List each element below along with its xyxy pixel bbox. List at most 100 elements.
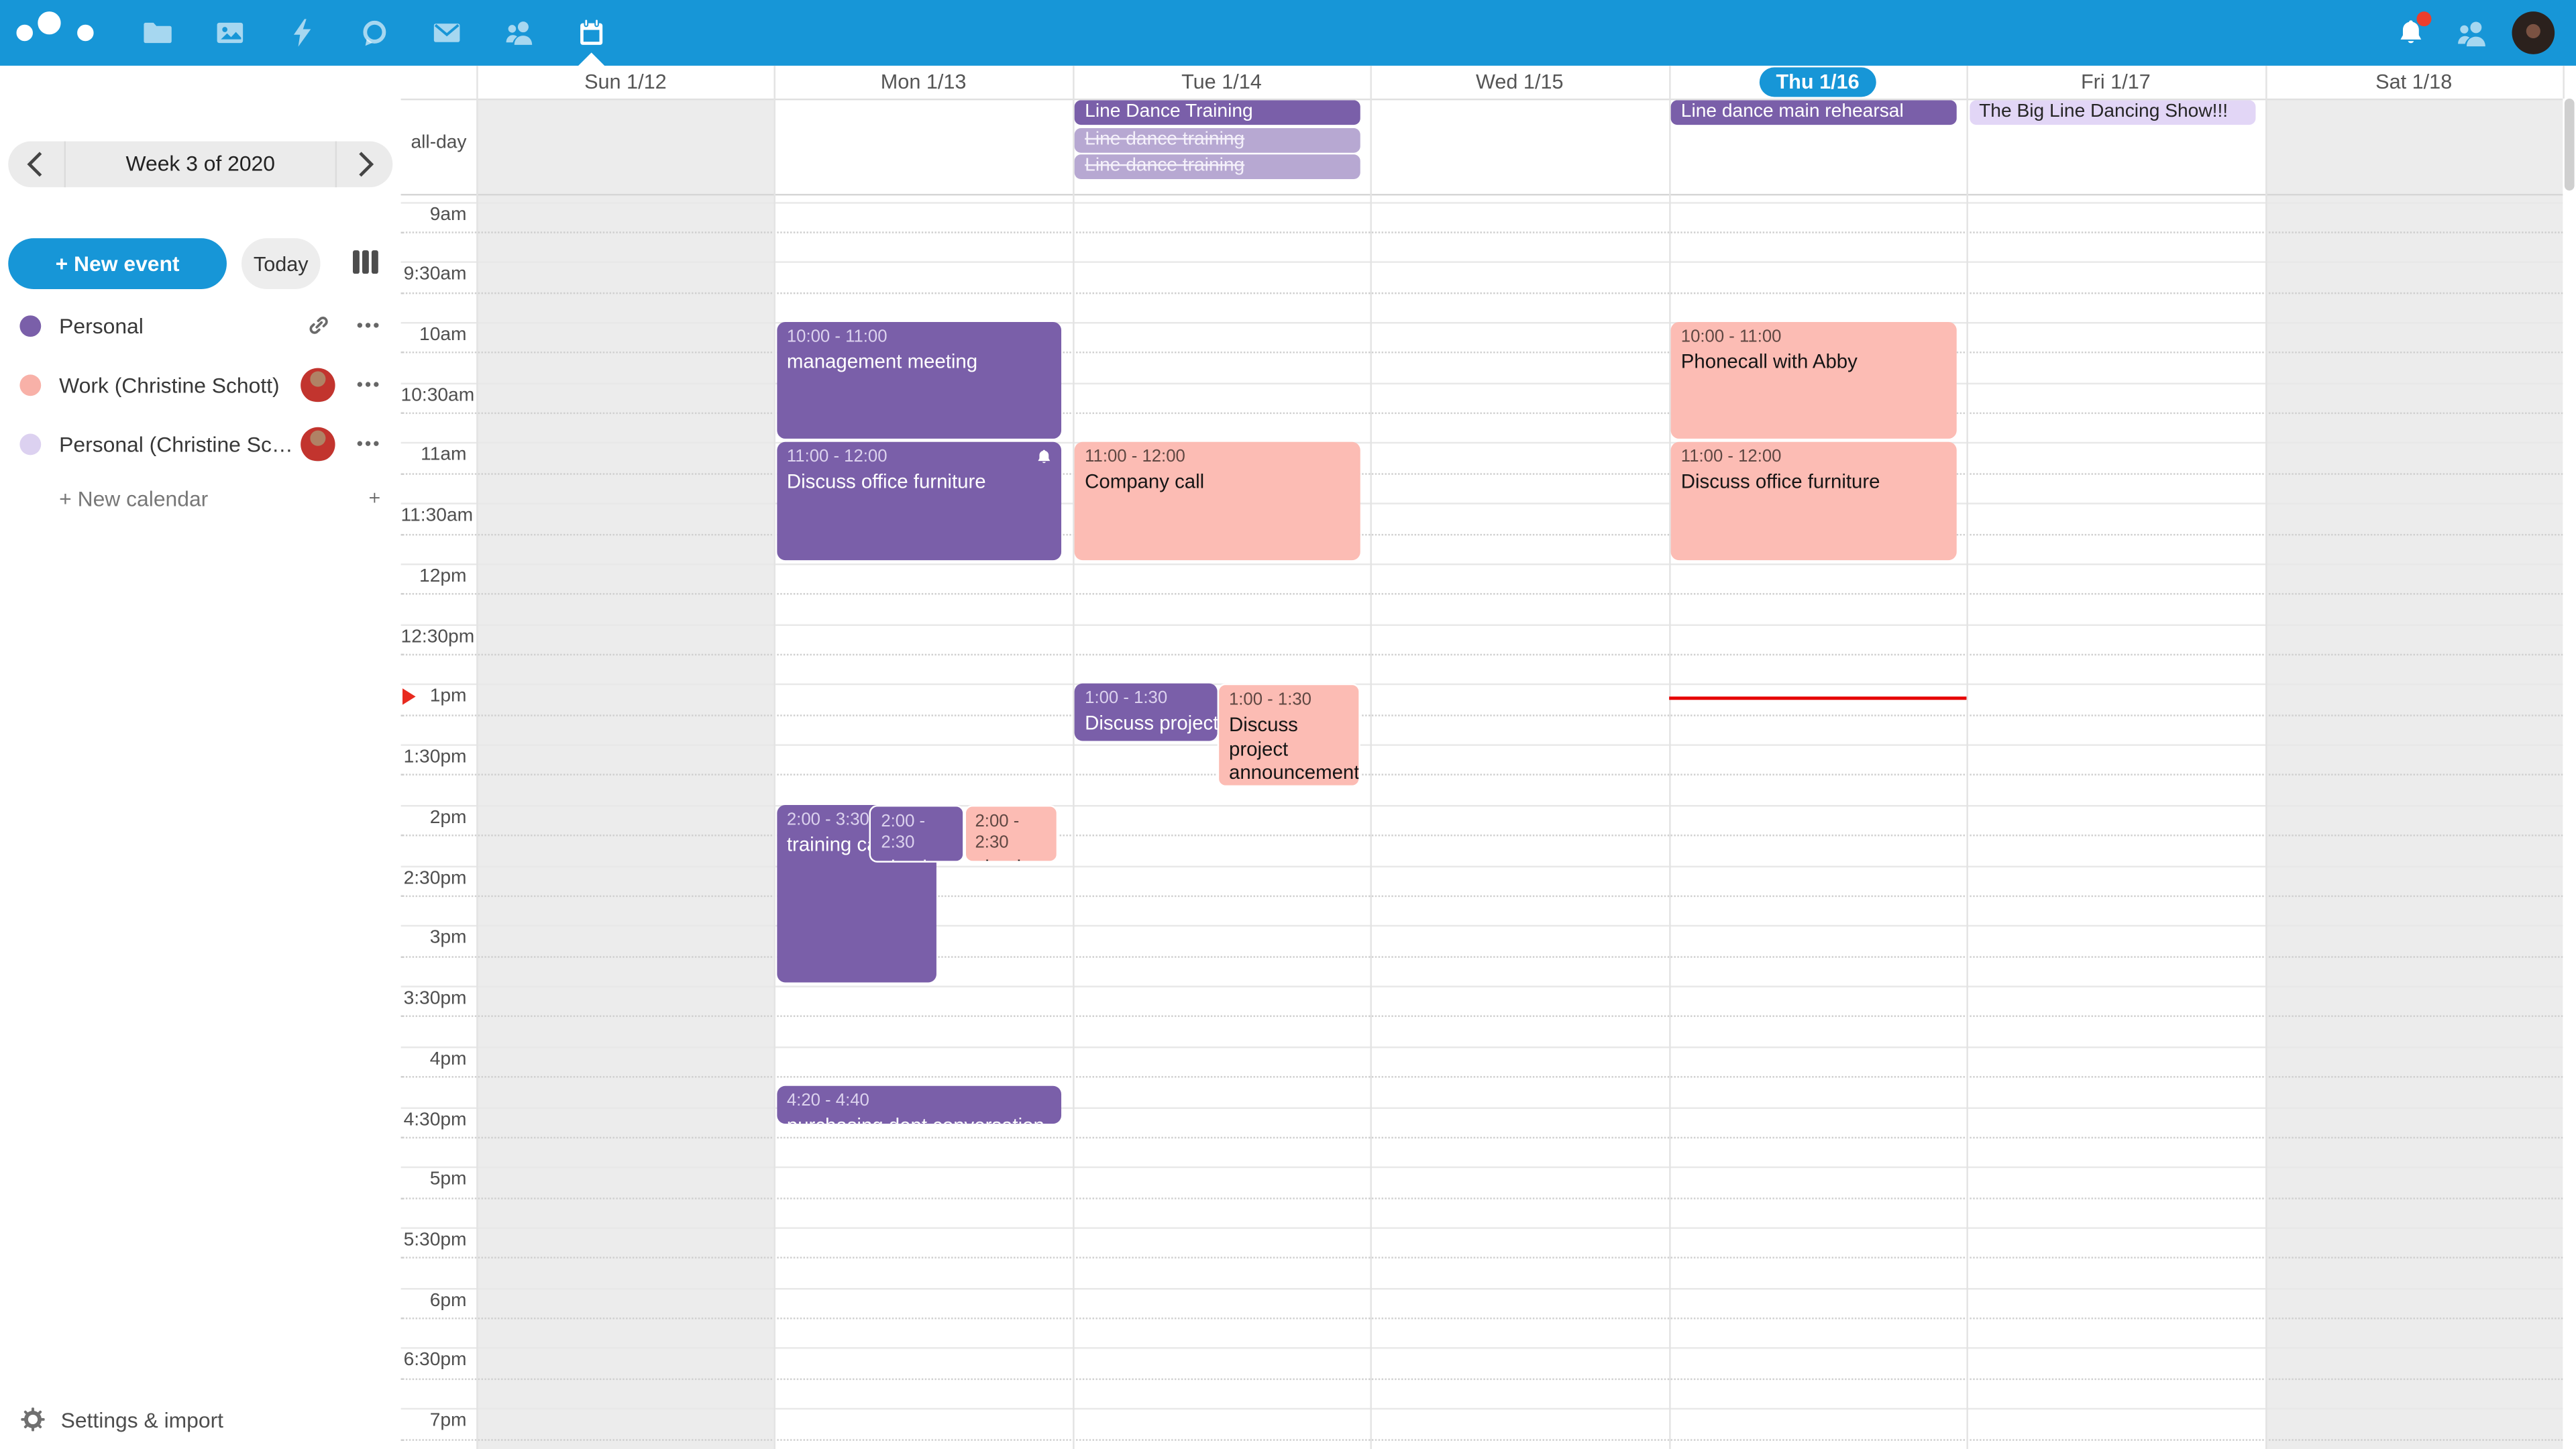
app-menu [0, 0, 628, 66]
day-header-label: Mon 1/13 [881, 70, 967, 93]
all-day-label: all-day [401, 133, 467, 152]
share-link-icon[interactable] [303, 309, 335, 341]
calendar-menu-icon[interactable] [352, 309, 384, 341]
quarter-hour-line [401, 1136, 2563, 1138]
half-hour-line [401, 1348, 2563, 1349]
top-bar [0, 0, 2576, 66]
day-header: Thu 1/16 [1668, 66, 1966, 99]
sidebar: Week 3 of 2020 + New event Today Persona… [0, 66, 401, 1449]
time-label: 5pm [401, 1170, 467, 1189]
calendar-item-personal-christine[interactable]: Personal (Christine Schott) [0, 414, 401, 473]
notifications-bell-icon[interactable] [2390, 13, 2430, 53]
half-hour-line [401, 805, 2563, 806]
column-border [2265, 66, 2266, 1449]
allday-event[interactable]: The Big Line Dancing Show!!! [1969, 100, 2255, 125]
vertical-scrollbar [2563, 99, 2576, 1449]
event[interactable]: 1:00 - 1:30Discuss project announcement [1075, 684, 1217, 741]
day-header-label: Fri 1/17 [2081, 70, 2151, 93]
event-time: 11:00 - 12:00 [787, 447, 1054, 469]
event[interactable]: 2:00 - 2:30check-in [963, 805, 1057, 862]
event[interactable]: 11:00 - 12:00Discuss office furniture [1671, 443, 1956, 560]
day-header: Tue 1/14 [1073, 66, 1371, 99]
quarter-hour-line [401, 352, 2563, 354]
event[interactable]: 4:20 - 4:40purchasing dept conversation [777, 1086, 1062, 1123]
settings-import-button[interactable]: Settings & import [19, 1406, 223, 1432]
scrollbar-thumb[interactable] [2565, 99, 2575, 191]
allday-cell[interactable] [1371, 99, 1668, 193]
photos-app-icon[interactable] [194, 0, 266, 66]
today-button[interactable]: Today [241, 238, 321, 289]
calendar-item-work-christine[interactable]: Work (Christine Schott) [0, 355, 401, 414]
quarter-hour-line [401, 473, 2563, 474]
event[interactable]: 1:00 - 1:30Discuss project announcement [1218, 684, 1360, 787]
half-hour-line [401, 1227, 2563, 1228]
allday-cell[interactable] [2265, 99, 2563, 193]
event[interactable]: 10:00 - 11:00Phonecall with Abby [1671, 322, 1956, 439]
half-hour-line [401, 865, 2563, 867]
allday-cell[interactable]: The Big Line Dancing Show!!! [1967, 99, 2265, 193]
event-time: 2:00 - 2:30 [881, 811, 953, 854]
allday-event[interactable]: Line dance main rehearsal [1671, 100, 1957, 125]
today-pill[interactable]: Thu 1/16 [1760, 67, 1876, 97]
allday-event[interactable]: Line Dance Training [1075, 100, 1360, 125]
time-label: 11am [401, 446, 467, 466]
allday-cell[interactable] [476, 99, 774, 193]
allday-cell[interactable]: Line dance main rehearsal [1668, 99, 1966, 193]
time-label: 5:30pm [401, 1230, 467, 1250]
files-app-icon[interactable] [121, 0, 194, 66]
calendar-app-icon[interactable] [555, 0, 628, 66]
logo-circle [38, 11, 60, 34]
day-header: Mon 1/13 [775, 66, 1073, 99]
allday-cell[interactable]: Line Dance TrainingLine dance trainingLi… [1073, 99, 1371, 193]
half-hour-line [401, 564, 2563, 565]
calendar-list: Personal Work (Christine Schott) [0, 296, 401, 523]
activity-app-icon[interactable] [266, 0, 339, 66]
event[interactable]: 10:00 - 11:00management meeting [777, 322, 1062, 439]
half-hour-line [401, 1287, 2563, 1289]
event-time: 10:00 - 11:00 [1681, 327, 1948, 348]
view-switcher-icon[interactable] [343, 242, 386, 285]
talk-app-icon[interactable] [338, 0, 411, 66]
event-title: purchasing dept conversation [787, 1114, 1054, 1123]
event-title: Company call [1085, 470, 1352, 494]
event-title: Discuss office furniture [1681, 470, 1948, 494]
nextcloud-logo[interactable] [16, 10, 98, 56]
column-border [476, 66, 478, 1449]
time-label: 3:30pm [401, 989, 467, 1008]
quarter-hour-line [401, 1318, 2563, 1319]
contacts-app-icon[interactable] [483, 0, 555, 66]
new-calendar-button[interactable]: + New calendar [0, 473, 401, 522]
calendar-color-dot [19, 315, 41, 336]
contacts-menu-icon[interactable] [2451, 13, 2491, 53]
user-avatar[interactable] [2512, 11, 2555, 54]
next-week-button[interactable] [337, 142, 392, 188]
day-header-label: Sat 1/18 [2375, 70, 2452, 93]
day-header: Wed 1/15 [1371, 66, 1668, 99]
gear-icon [19, 1406, 46, 1432]
half-hour-line [401, 322, 2563, 323]
calendar-menu-icon[interactable] [352, 427, 384, 460]
half-hour-line [401, 624, 2563, 625]
calendar-color-dot [19, 374, 41, 395]
event[interactable]: 2:00 - 2:30check-in [869, 805, 963, 862]
event-time: 11:00 - 12:00 [1681, 447, 1948, 469]
event[interactable]: 11:00 - 12:00Company call [1075, 443, 1360, 560]
new-event-button[interactable]: + New event [8, 238, 227, 289]
allday-event[interactable]: Line dance training [1075, 127, 1360, 152]
half-hour-line [401, 201, 2563, 203]
allday-event[interactable]: Line dance training [1075, 154, 1360, 179]
mail-app-icon[interactable] [411, 0, 483, 66]
top-bar-right [2390, 11, 2576, 54]
calendar-menu-icon[interactable] [352, 368, 384, 401]
allday-cell[interactable] [775, 99, 1073, 193]
calendar-item-personal[interactable]: Personal [0, 296, 401, 355]
half-hour-line [401, 382, 2563, 384]
event[interactable]: 11:00 - 12:00Discuss office furniture [777, 443, 1062, 560]
week-label[interactable]: Week 3 of 2020 [64, 142, 337, 188]
quarter-hour-line [401, 1076, 2563, 1077]
time-label: 6pm [401, 1291, 467, 1310]
quarter-hour-line [401, 654, 2563, 655]
reminder-bell-icon [1036, 449, 1054, 468]
previous-week-button[interactable] [8, 142, 64, 188]
calendar-week-view: all-day 9am9:30am10am10:30am11am11:30am1… [401, 66, 2576, 1449]
